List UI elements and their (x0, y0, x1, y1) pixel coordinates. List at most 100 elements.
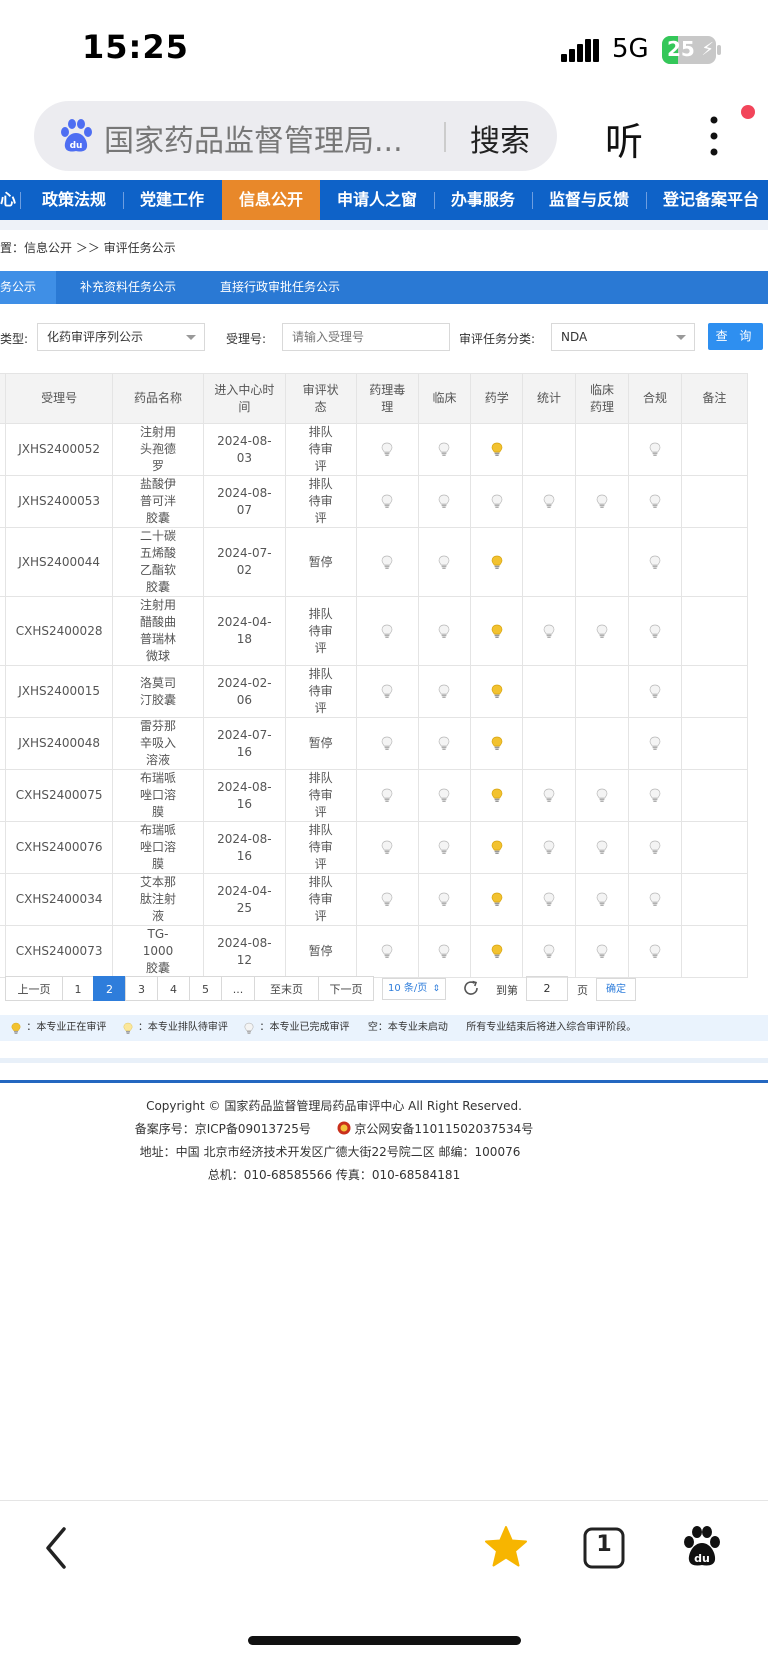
bookmark-star-icon[interactable] (484, 1525, 528, 1569)
updown-icon: ⇕ (432, 984, 440, 994)
tab-switcher-button[interactable]: 1 (583, 1527, 625, 1569)
more-vertical-icon[interactable] (704, 114, 724, 158)
table-row[interactable]: CXHS2400073 TG-1000胶囊 2024-08-12 暂停 (0, 925, 749, 978)
table-row[interactable]: CXHS2400034 艾本那肽注射液 2024-04-25 排队待审评 (0, 873, 749, 926)
bulb-active-icon (491, 944, 503, 958)
header-pharmacology: 药理毒理 (355, 373, 419, 424)
next-page-button[interactable]: 下一页 (318, 976, 374, 1001)
cell-accept-no: JXHS2400048 (5, 717, 113, 770)
tab-direct-approval-tasks[interactable]: 直接行政审批任务公示 (220, 271, 340, 304)
bulb-done-icon (596, 944, 608, 958)
cell-compliance (628, 475, 682, 528)
bulb-done-icon (596, 892, 608, 906)
cell-pharmacy (470, 423, 524, 476)
table-row[interactable]: CXHS2400028 注射用醋酸曲普瑞林微球 2024-04-18 排队待审评 (0, 596, 749, 666)
cell-accept-no: CXHS2400075 (5, 769, 113, 822)
tab-review-tasks[interactable]: 务公示 (0, 271, 56, 304)
bulb-active-icon (11, 1022, 21, 1034)
status-time: 15:25 (82, 28, 189, 66)
bulb-done-icon (438, 684, 450, 698)
type-label: 类型: (0, 332, 29, 346)
query-button[interactable]: 查 询 (708, 323, 763, 350)
category-select[interactable]: NDA (551, 323, 695, 351)
prev-page-button[interactable]: 上一页 (5, 976, 63, 1001)
footer-police-link[interactable]: 京公网安备11011502037534号 (354, 1122, 533, 1136)
cell-entry-time: 2024-07-16 (203, 717, 286, 770)
cell-pharmacology (355, 717, 419, 770)
cell-review-status: 排队待审评 (284, 475, 357, 528)
table-row[interactable]: JXHS2400053 盐酸伊普可泮胶囊 2024-08-07 排队待审评 (0, 475, 749, 528)
footer-icp-link[interactable]: 备案序号：京ICP备09013725号 (135, 1122, 311, 1136)
accept-no-input[interactable] (282, 323, 450, 351)
type-select[interactable]: 化药审评序列公示 (37, 323, 205, 351)
nav-item-applicant[interactable]: 申请人之窗 (337, 180, 417, 220)
cell-statistics (522, 769, 576, 822)
cell-clinical (417, 423, 472, 476)
cell-clinical-pharmacology (574, 475, 630, 528)
cell-pharmacy (470, 769, 524, 822)
cell-compliance (628, 423, 682, 476)
browser-search-query[interactable]: 国家药品监督管理局... (104, 116, 403, 160)
cell-accept-no: CXHS2400076 (5, 821, 113, 874)
cell-clinical (417, 527, 472, 597)
cell-review-status: 排队待审评 (284, 769, 357, 822)
nav-item-policy[interactable]: 政策法规 (42, 180, 106, 220)
page-button-1[interactable]: 1 (62, 976, 94, 1001)
table-row[interactable]: JXHS2400052 注射用头孢德罗 2024-08-03 排队待审评 (0, 423, 749, 476)
bulb-active-icon (491, 840, 503, 854)
bulb-done-icon (438, 788, 450, 802)
table-row[interactable]: CXHS2400076 布瑞哌唑口溶膜 2024-08-16 排队待审评 (0, 821, 749, 874)
header-entry-time: 进入中心时间 (203, 373, 286, 424)
cell-statistics (522, 925, 576, 978)
bulb-active-icon (491, 788, 503, 802)
page-button-3[interactable]: 3 (125, 976, 158, 1001)
goto-confirm-button[interactable]: 确定 (596, 978, 636, 1001)
nav-item-filing[interactable]: 登记备案平台 (663, 180, 759, 220)
baidu-paw-icon[interactable]: du (682, 1526, 722, 1568)
goto-page-input[interactable]: 2 (526, 976, 568, 1001)
bulb-done-icon (244, 1022, 254, 1034)
table-row[interactable]: CXHS2400075 布瑞哌唑口溶膜 2024-08-16 排队待审评 (0, 769, 749, 822)
back-arrow-icon[interactable] (40, 1523, 74, 1573)
bulb-done-icon (381, 684, 393, 698)
table-row[interactable]: JXHS2400048 雷芬那辛吸入溶液 2024-07-16 暂停 (0, 717, 749, 770)
bulb-done-icon (596, 624, 608, 638)
cell-drug-name: 二十碳五烯酸乙酯软胶囊 (111, 527, 205, 597)
last-page-button[interactable]: 至末页 (254, 976, 319, 1001)
nav-item-supervision[interactable]: 监督与反馈 (549, 180, 629, 220)
cell-clinical (417, 596, 472, 666)
nav-item-service[interactable]: 办事服务 (451, 180, 515, 220)
search-button[interactable]: 搜索 (470, 116, 530, 160)
tab-supplement-tasks[interactable]: 补充资料任务公示 (80, 271, 176, 304)
page-size-select[interactable]: 10 条/页 ⇕ (382, 978, 446, 1000)
cell-remarks (680, 475, 749, 528)
cell-clinical-pharmacology (574, 423, 630, 476)
listen-button[interactable]: 听 (605, 111, 643, 166)
page-button-5[interactable]: 5 (189, 976, 222, 1001)
bulb-done-icon (543, 944, 555, 958)
table-row[interactable]: JXHS2400044 二十碳五烯酸乙酯软胶囊 2024-07-02 暂停 (0, 527, 749, 597)
bulb-done-icon (491, 494, 503, 508)
cell-compliance (628, 527, 682, 597)
cell-pharmacology (355, 527, 419, 597)
cell-clinical (417, 873, 472, 926)
notification-dot (741, 105, 755, 119)
cell-review-status: 排队待审评 (284, 596, 357, 666)
refresh-icon[interactable] (462, 979, 480, 997)
cell-compliance (628, 821, 682, 874)
cell-remarks (680, 527, 749, 597)
nav-item-party[interactable]: 党建工作 (140, 180, 204, 220)
cell-accept-no: CXHS2400028 (5, 596, 113, 666)
table-row[interactable]: JXHS2400015 洛莫司汀胶囊 2024-02-06 排队待审评 (0, 665, 749, 718)
nav-item-info[interactable]: 信息公开 (222, 180, 320, 220)
page-ellipsis[interactable]: ... (221, 976, 255, 1001)
cellular-signal-icon (561, 39, 599, 62)
page-button-2[interactable]: 2 (93, 976, 126, 1001)
cell-pharmacy (470, 475, 524, 528)
cell-entry-time: 2024-08-16 (203, 769, 286, 822)
cell-compliance (628, 596, 682, 666)
page-button-4[interactable]: 4 (157, 976, 190, 1001)
header-drug-name: 药品名称 (111, 373, 205, 424)
nav-item-center[interactable]: 心 (0, 180, 16, 220)
cell-statistics (522, 475, 576, 528)
